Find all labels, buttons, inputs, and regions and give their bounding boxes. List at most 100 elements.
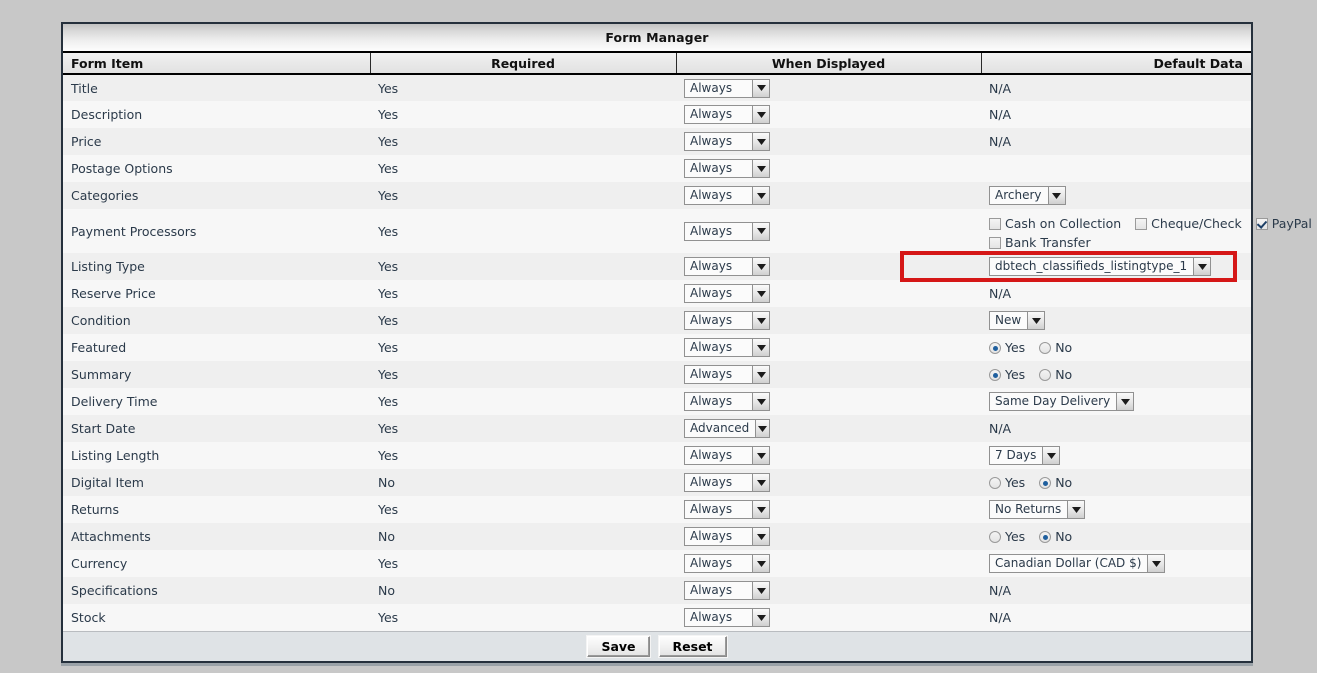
required-value: Yes [370, 253, 676, 280]
default-data-cell: Yes No [981, 334, 1251, 361]
when-displayed-select[interactable]: Always [684, 608, 770, 627]
radio-option-no[interactable]: No [1039, 365, 1072, 384]
default-data-select[interactable]: Canadian Dollar (CAD $) [989, 554, 1166, 573]
form-actions-footer: Save Reset [63, 631, 1251, 661]
checkbox-option-label: Cash on Collection [1005, 215, 1122, 231]
radio-option-label: No [1055, 367, 1073, 382]
checkbox-option[interactable]: PayPal [1255, 214, 1312, 233]
when-displayed-select-value: Always [685, 474, 752, 491]
radio-option-yes[interactable]: Yes [989, 338, 1025, 357]
radio-icon[interactable] [1039, 477, 1052, 489]
default-data-cell: N/A [981, 604, 1251, 631]
when-displayed-select[interactable]: Advanced [684, 419, 770, 438]
when-displayed-select[interactable]: Always [684, 311, 770, 330]
checkbox-option-label: Bank Transfer [1005, 234, 1091, 250]
table-row: Listing Type Yes Always dbtech_classifieds_… [63, 253, 1251, 280]
chevron-down-icon [752, 582, 769, 599]
default-data-select[interactable]: dbtech_classifieds_listingtype_1 [989, 257, 1212, 276]
when-displayed-select-value: Always [685, 285, 752, 302]
radio-icon[interactable] [989, 477, 1001, 489]
when-displayed-select-value: Always [685, 79, 752, 97]
radio-option-label: No [1055, 475, 1073, 490]
radio-option-yes[interactable]: Yes [989, 473, 1025, 492]
when-displayed-select[interactable]: Always [684, 132, 770, 151]
when-displayed-select-value: Always [685, 609, 752, 626]
checkbox-icon[interactable] [1135, 217, 1148, 230]
when-displayed-select[interactable]: Always [684, 284, 770, 303]
default-data-select[interactable]: 7 Days [989, 446, 1061, 465]
chevron-down-icon [752, 79, 769, 97]
when-displayed-select[interactable]: Always [684, 581, 770, 600]
default-data-cell: dbtech_classifieds_listingtype_1 [981, 253, 1251, 280]
when-displayed-select[interactable]: Always [684, 365, 770, 384]
chevron-down-icon [752, 447, 769, 464]
when-displayed-select-value: Always [685, 222, 752, 240]
when-displayed-select[interactable]: Always [684, 392, 770, 411]
page-background: Form Manager Form Item Required When Dis… [0, 0, 1317, 673]
radio-option-no[interactable]: No [1039, 473, 1072, 492]
radio-icon[interactable] [1039, 531, 1052, 543]
reset-button[interactable]: Reset [658, 636, 727, 657]
when-displayed-select[interactable]: Always [684, 186, 770, 205]
radio-icon[interactable] [1039, 342, 1052, 354]
default-data-cell: Archery [981, 182, 1251, 209]
radio-option-yes[interactable]: Yes [989, 365, 1025, 384]
when-displayed-select[interactable]: Always [684, 159, 770, 178]
form-item-label: Digital Item [63, 469, 370, 496]
when-displayed-select[interactable]: Always [684, 473, 770, 492]
chevron-down-icon [755, 420, 769, 437]
radio-icon[interactable] [989, 342, 1001, 354]
checkbox-icon[interactable] [989, 217, 1001, 230]
when-displayed-select[interactable]: Always [684, 446, 770, 465]
radio-icon[interactable] [989, 369, 1001, 381]
form-manager-table: Form Item Required When Displayed Defaul… [63, 53, 1312, 631]
required-value: Yes [370, 415, 676, 442]
save-button[interactable]: Save [587, 636, 650, 657]
when-displayed-select[interactable]: Always [684, 78, 770, 98]
radio-option-no[interactable]: No [1039, 338, 1072, 357]
default-data-radio-group: Yes No [989, 365, 1243, 384]
checkbox-option[interactable]: Cash on Collection [989, 214, 1121, 233]
when-displayed-select[interactable]: Always [684, 554, 770, 573]
when-displayed-select[interactable]: Always [684, 257, 770, 276]
chevron-down-icon [752, 160, 769, 177]
required-value: Yes [370, 128, 676, 155]
required-value: Yes [370, 182, 676, 209]
table-row: Price Yes Always N/A [63, 128, 1251, 155]
radio-icon[interactable] [989, 531, 1001, 543]
when-displayed-select[interactable]: Always [684, 500, 770, 519]
when-displayed-select-value: Always [685, 366, 752, 383]
default-data-select[interactable]: New [989, 311, 1046, 330]
required-value: Yes [370, 496, 676, 523]
form-item-label: Condition [63, 307, 370, 334]
checkbox-icon[interactable] [1255, 217, 1268, 230]
default-data-select[interactable]: Same Day Delivery [989, 392, 1135, 411]
form-item-label: Stock [63, 604, 370, 631]
radio-option-yes[interactable]: Yes [989, 527, 1025, 546]
column-header-required: Required [370, 53, 677, 75]
when-displayed-cell: Always [676, 388, 981, 415]
checkbox-icon[interactable] [989, 236, 1001, 249]
when-displayed-select[interactable]: Always [684, 527, 770, 546]
required-value: Yes [370, 442, 676, 469]
checkbox-option[interactable]: Cheque/Check [1135, 214, 1242, 233]
default-data-select[interactable]: No Returns [989, 500, 1086, 519]
default-data-value: N/A [989, 286, 1012, 301]
when-displayed-cell: Advanced [676, 415, 981, 442]
table-row: Returns Yes Always No Returns [63, 496, 1251, 523]
radio-icon[interactable] [1039, 369, 1052, 381]
chevron-down-icon [752, 501, 769, 518]
when-displayed-cell: Always [676, 307, 981, 334]
when-displayed-select-value: Always [685, 393, 752, 410]
when-displayed-select[interactable]: Always [684, 338, 770, 357]
table-row: Attachments No Always Yes No [63, 523, 1251, 550]
when-displayed-cell: Always [676, 361, 981, 388]
chevron-down-icon [1116, 393, 1134, 410]
when-displayed-select[interactable]: Always [684, 221, 770, 241]
chevron-down-icon [1027, 312, 1045, 329]
table-row: Categories Yes Always Archery [63, 182, 1251, 209]
radio-option-no[interactable]: No [1039, 527, 1072, 546]
when-displayed-select[interactable]: Always [684, 105, 770, 124]
default-data-select[interactable]: Archery [989, 186, 1066, 205]
checkbox-option[interactable]: Bank Transfer [989, 233, 1091, 252]
